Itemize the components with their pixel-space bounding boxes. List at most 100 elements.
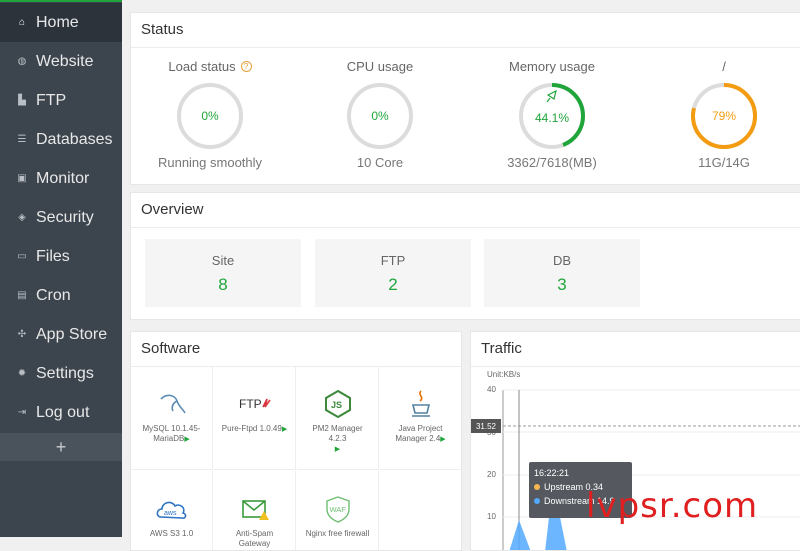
overview-db-count: 3 <box>557 275 567 294</box>
play-icon[interactable]: ▶ <box>440 436 445 443</box>
sidebar-item-label: Home <box>36 13 79 31</box>
gear-icon: ✹ <box>17 368 27 379</box>
ftp-icon: ▙ <box>18 95 26 106</box>
globe-icon: ◍ <box>17 56 27 67</box>
software-name: Pure-Ftpd 1.0.49 <box>221 424 282 433</box>
sidebar: ⌂ Home ◍ Website ▙ FTP ☰ Databases ▣ Mon… <box>0 0 122 537</box>
cpu-usage[interactable]: CPU usage 0% 10 Core <box>305 57 455 171</box>
overview-db[interactable]: DB 3 <box>484 239 640 307</box>
software-item-aws-s3[interactable]: aws AWS S3 1.0 <box>131 471 213 550</box>
overview-ftp[interactable]: FTP 2 <box>315 239 471 307</box>
sidebar-item-databases[interactable]: ☰ Databases <box>0 120 122 159</box>
overview-site-label: Site <box>211 253 235 268</box>
disk-usage[interactable]: / 79% 11G/14G <box>649 57 799 170</box>
disk-value: 79% <box>711 109 737 123</box>
sidebar-item-cron[interactable]: ▤ Cron <box>0 276 122 315</box>
sidebar-item-home[interactable]: ⌂ Home <box>0 3 122 42</box>
software-panel: Software MySQL 10.1.45-MariaDB▶ FTP Pure… <box>130 331 462 551</box>
svg-text:JS: JS <box>331 400 342 410</box>
sidebar-item-label: Website <box>36 52 94 70</box>
load-value: 0% <box>201 109 219 123</box>
tooltip-time: 16:22:21 <box>534 468 570 478</box>
software-name: Nginx free firewall <box>305 529 370 538</box>
cpu-value: 0% <box>371 109 389 123</box>
mail-gateway-icon <box>214 489 295 529</box>
load-sub: Running smoothly <box>157 155 263 170</box>
waf-icon: WAF <box>297 489 378 529</box>
memory-ring: 44.1% <box>517 81 587 151</box>
sidebar-item-app-store[interactable]: ✣ App Store <box>0 315 122 354</box>
overview-site[interactable]: Site 8 <box>145 239 301 307</box>
cpu-label: CPU usage <box>346 58 414 74</box>
overview-panel: Overview Site 8 FTP 2 DB 3 <box>130 192 800 320</box>
memory-label: Memory usage <box>509 58 595 74</box>
database-icon: ☰ <box>17 134 27 145</box>
disk-sub: 11G/14G <box>698 155 750 170</box>
overview-title: Overview <box>141 201 204 218</box>
help-icon[interactable]: ? <box>240 60 252 72</box>
sidebar-item-files[interactable]: ▭ Files <box>0 237 122 276</box>
svg-text:FTP: FTP <box>239 397 262 411</box>
sidebar-item-monitor[interactable]: ▣ Monitor <box>0 159 122 198</box>
play-icon[interactable]: ▶ <box>184 436 189 443</box>
software-item-java[interactable]: Java Project Manager 2.4▶ <box>380 366 461 470</box>
downstream-dot <box>534 498 540 504</box>
software-name: PM2 Manager 4.2.3 <box>312 424 363 443</box>
memory-usage[interactable]: Memory usage 44.1% 3362/7618(MB) <box>477 57 627 171</box>
sidebar-item-security[interactable]: ◈ Security <box>0 198 122 237</box>
software-item-waf[interactable]: WAF Nginx free firewall <box>297 471 379 550</box>
software-name: MySQL 10.1.45-MariaDB <box>142 424 201 443</box>
play-icon[interactable]: ▶ <box>335 446 340 453</box>
sidebar-item-label: Databases <box>36 130 113 148</box>
sidebar-item-label: FTP <box>36 91 67 109</box>
sidebar-item-label: Cron <box>36 286 71 304</box>
load-status[interactable]: Load status ? 0% Running smoothly <box>135 57 285 171</box>
home-icon: ⌂ <box>18 17 26 28</box>
nodejs-icon: JS <box>297 384 378 424</box>
software-item-pm2[interactable]: JS PM2 Manager 4.2.3 ▶ <box>297 366 379 470</box>
cpu-ring: 0% <box>345 81 415 151</box>
overview-db-label: DB <box>552 253 572 268</box>
sidebar-item-label: Log out <box>36 403 90 421</box>
play-icon[interactable]: ▶ <box>282 426 287 433</box>
aws-icon: aws <box>131 489 212 529</box>
app-store-icon: ✣ <box>17 329 27 340</box>
overview-ftp-label: FTP <box>380 253 406 268</box>
status-panel: Status Load status ? 0% Running smoothly… <box>130 12 800 185</box>
svg-text:aws: aws <box>164 510 177 517</box>
calendar-icon: ▤ <box>17 290 27 301</box>
divider <box>131 47 800 48</box>
upstream-dot <box>534 484 540 490</box>
software-name: Java Project Manager 2.4 <box>395 424 443 443</box>
tooltip-upstream-label: Upstream <box>544 482 584 492</box>
sidebar-item-label: Monitor <box>36 169 90 187</box>
memory-value: 44.1% <box>534 111 570 125</box>
sidebar-item-logout[interactable]: ⇥ Log out <box>0 393 122 432</box>
overview-site-count: 8 <box>218 275 228 294</box>
logout-icon: ⇥ <box>17 407 27 418</box>
ftp-logo-icon: FTP <box>214 384 295 424</box>
main-content: Status Load status ? 0% Running smoothly… <box>122 0 800 551</box>
sidebar-item-label: Security <box>36 208 94 226</box>
sidebar-add-button[interactable]: + <box>0 433 122 461</box>
sidebar-item-settings[interactable]: ✹ Settings <box>0 354 122 393</box>
monitor-icon: ▣ <box>17 173 27 184</box>
sidebar-item-ftp[interactable]: ▙ FTP <box>0 81 122 120</box>
java-icon <box>380 384 461 424</box>
load-ring: 0% <box>175 81 245 151</box>
software-name: Anti-Spam Gateway <box>235 529 274 548</box>
sidebar-item-website[interactable]: ◍ Website <box>0 42 122 81</box>
overview-ftp-count: 2 <box>388 275 398 294</box>
cpu-sub: 10 Core <box>356 155 404 170</box>
disk-ring: 79% <box>689 81 759 151</box>
watermark: lvpsr.com <box>586 486 759 526</box>
marker-label: 31.52 <box>471 419 501 433</box>
software-item-pure-ftpd[interactable]: FTP Pure-Ftpd 1.0.49▶ <box>214 366 296 470</box>
software-item-mysql[interactable]: MySQL 10.1.45-MariaDB▶ <box>131 366 213 470</box>
mysql-icon <box>131 384 212 424</box>
svg-text:WAF: WAF <box>329 505 346 514</box>
load-status-label-row: Load status ? <box>135 57 285 75</box>
sidebar-item-label: Files <box>36 247 70 265</box>
software-item-anti-spam[interactable]: Anti-Spam Gateway <box>214 471 296 550</box>
downstream-area <box>509 520 531 550</box>
